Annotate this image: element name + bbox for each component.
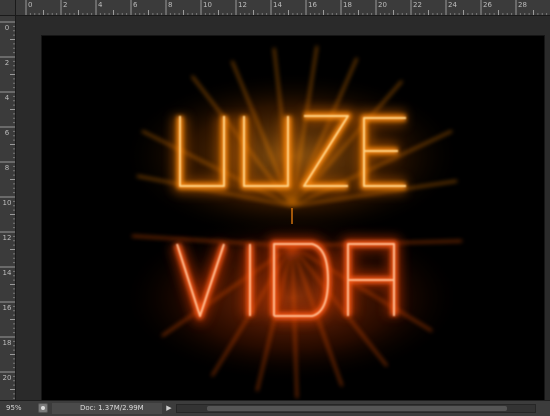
- ruler-v-label: 6: [4, 129, 10, 137]
- pasteboard: [16, 16, 550, 410]
- ruler-h-label: 10: [203, 1, 212, 9]
- ruler-h-label: 28: [518, 1, 527, 9]
- horizontal-ruler[interactable]: 0 2 4 6 8 10 12 14 16 18 20 22 24 26 28: [16, 0, 550, 16]
- ruler-h-label: 4: [98, 1, 103, 9]
- status-bar: 95% Doc: 1.37M/2.99M ▶: [0, 400, 550, 416]
- ruler-v-label: 8: [4, 164, 10, 172]
- document-canvas[interactable]: [42, 36, 544, 410]
- zoom-level[interactable]: 95%: [6, 403, 30, 414]
- ruler-h-label: 2: [63, 1, 68, 9]
- ruler-v-label: 16: [2, 304, 12, 312]
- ruler-h-label: 14: [273, 1, 282, 9]
- ruler-h-label: 26: [483, 1, 492, 9]
- ruler-h-label: 0: [28, 1, 33, 9]
- ruler-v-label: 0: [4, 24, 10, 32]
- ruler-v-label: 12: [2, 234, 12, 242]
- ruler-h-label: 18: [343, 1, 352, 9]
- document-window: 0 2 4 6 8 10 12 14 16 18 20 22 24 26 28 0 2 4 6 8 10 12 14 16 1…: [0, 0, 550, 416]
- ruler-origin[interactable]: [0, 0, 16, 16]
- ruler-h-label: 16: [308, 1, 317, 9]
- ruler-h-label: 24: [448, 1, 457, 9]
- ruler-v-label: 2: [4, 59, 10, 67]
- horizontal-scrollbar[interactable]: [176, 404, 536, 413]
- ruler-v-label: 18: [2, 339, 12, 347]
- ruler-h-label: 12: [238, 1, 247, 9]
- ruler-v-label: 14: [2, 269, 12, 277]
- scrollbar-thumb[interactable]: [207, 406, 507, 411]
- ruler-h-label: 8: [168, 1, 173, 9]
- status-menu-triangle-icon[interactable]: ▶: [164, 403, 174, 414]
- ruler-v-label: 20: [2, 374, 12, 382]
- document-info[interactable]: Doc: 1.37M/2.99M: [52, 403, 162, 414]
- ruler-h-label: 22: [413, 1, 422, 9]
- vertical-ruler[interactable]: 0 2 4 6 8 10 12 14 16 18 20: [0, 16, 16, 400]
- status-info-icon[interactable]: [38, 403, 48, 413]
- glow-text-artwork: [122, 45, 463, 399]
- ruler-h-label: 6: [133, 1, 138, 9]
- ruler-v-label: 4: [4, 94, 10, 102]
- ruler-v-label: 10: [2, 199, 12, 207]
- ruler-h-label: 20: [378, 1, 387, 9]
